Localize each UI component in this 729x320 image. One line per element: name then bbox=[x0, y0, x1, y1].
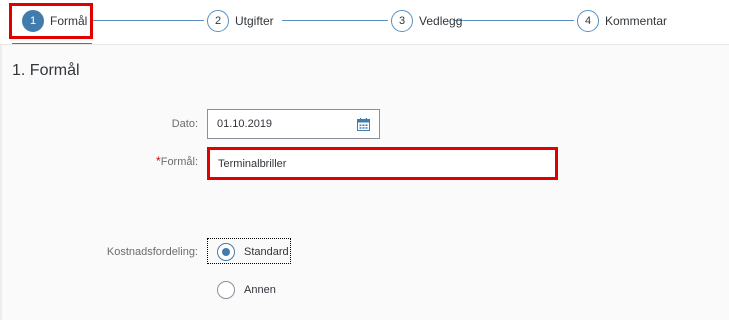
section-title: 1. Formål bbox=[12, 62, 80, 79]
date-input[interactable]: 01.10.2019 bbox=[207, 109, 380, 139]
purpose-label-text: Formål: bbox=[160, 156, 198, 168]
radio-button[interactable] bbox=[217, 281, 235, 299]
purpose-input[interactable]: Terminalbriller bbox=[207, 147, 558, 180]
left-border bbox=[0, 45, 2, 320]
purpose-value: Terminalbriller bbox=[218, 157, 287, 170]
step-label: Kommentar bbox=[605, 14, 668, 28]
wizard-step-kommentar[interactable]: 4 Kommentar bbox=[577, 8, 667, 34]
cost-distribution-label: Kostnadsfordeling: bbox=[106, 246, 198, 258]
step-label: Utgifter bbox=[235, 14, 274, 28]
step-number: 4 bbox=[577, 10, 599, 32]
wizard-progress: 1 Formål 2 Utgifter 3 Vedlegg 4 Kommenta… bbox=[0, 0, 729, 45]
form-content: 1. Formål Dato: 01.10.2019 *Formål: Term… bbox=[0, 44, 729, 320]
calendar-icon[interactable] bbox=[357, 118, 370, 131]
step-connector bbox=[454, 20, 574, 21]
step-number: 3 bbox=[391, 10, 413, 32]
wizard-step-utgifter[interactable]: 2 Utgifter bbox=[207, 8, 274, 34]
step-label: Vedlegg bbox=[419, 14, 463, 28]
active-step-highlight bbox=[9, 3, 93, 39]
focus-outline bbox=[207, 238, 291, 264]
date-value: 01.10.2019 bbox=[217, 118, 273, 130]
radio-annen[interactable]: Annen bbox=[217, 281, 276, 299]
purpose-label: *Formål: bbox=[120, 154, 198, 168]
step-connector bbox=[90, 20, 204, 21]
wizard-step-vedlegg[interactable]: 3 Vedlegg bbox=[391, 8, 462, 34]
step-number: 2 bbox=[207, 10, 229, 32]
step-connector bbox=[282, 20, 388, 21]
radio-label-annen: Annen bbox=[244, 284, 276, 296]
date-label: Dato: bbox=[171, 118, 198, 130]
